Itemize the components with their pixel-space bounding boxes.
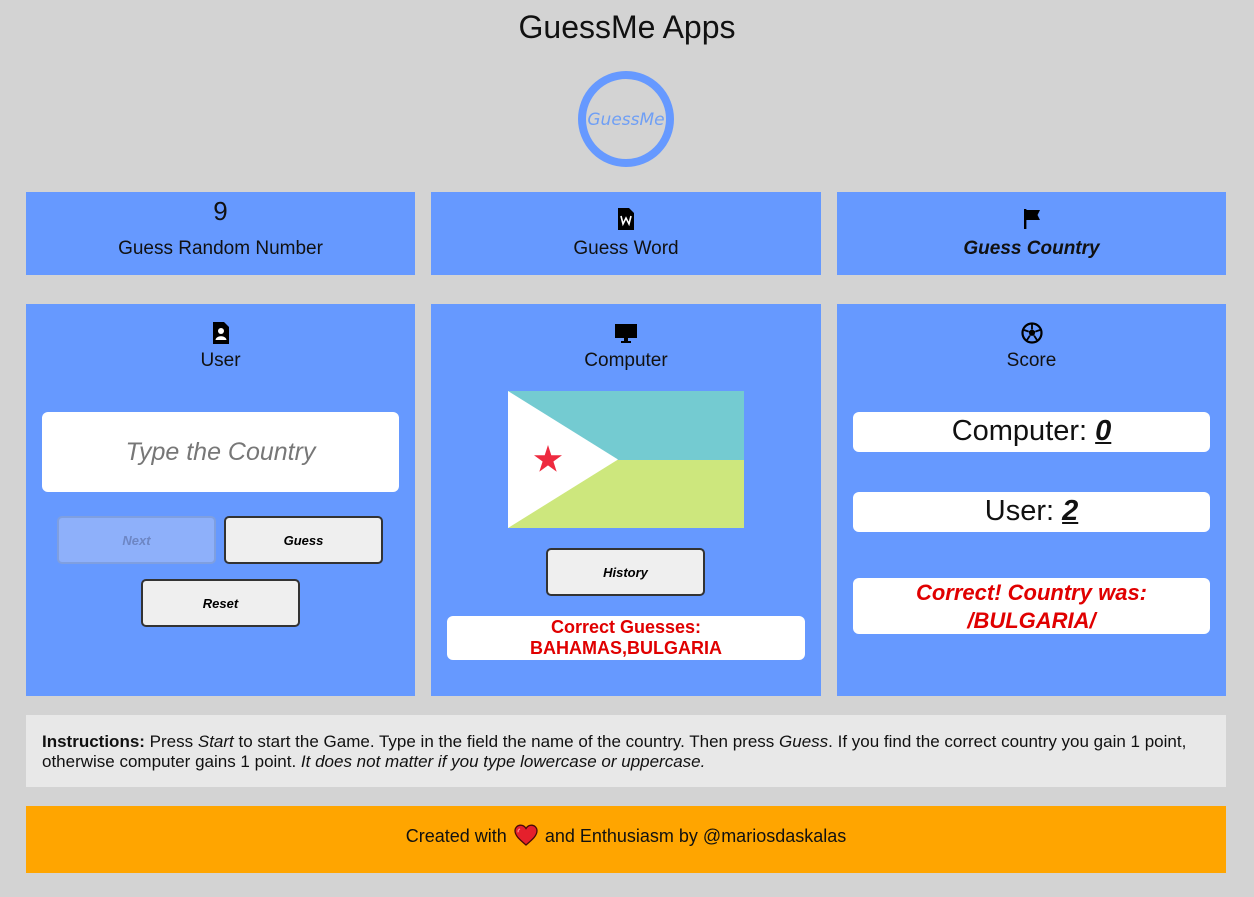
computer-score-value: 0 [1095, 415, 1112, 447]
instructions-text-1: Press [144, 732, 198, 751]
nav-label: Guess Country [963, 238, 1100, 259]
nav-label: Guess Random Number [118, 238, 323, 259]
result-line-2: /BULGARIA/ [967, 608, 1096, 633]
score-heading: Score [1006, 350, 1057, 371]
digit-nine-icon: 9 [213, 196, 228, 226]
nav-label: Guess Word [573, 238, 679, 259]
result-message: Correct! Country was: /BULGARIA/ [853, 578, 1210, 634]
user-heading: User [200, 350, 241, 371]
reset-button[interactable]: Reset [141, 579, 300, 627]
heart-icon [514, 824, 538, 847]
history-button[interactable]: History [546, 548, 705, 596]
nav-guess-random-number[interactable]: 9 Guess Random Number [26, 192, 415, 275]
word-document-icon [618, 208, 634, 230]
monitor-icon [615, 324, 637, 343]
logo-text: GuessMe [587, 110, 664, 130]
guess-button[interactable]: Guess [224, 516, 383, 564]
nav-guess-word[interactable]: Guess Word [431, 192, 821, 275]
instructions-note: It does not matter if you type lowercase… [300, 752, 706, 771]
flag-icon [1023, 209, 1040, 229]
user-score-value: 2 [1062, 495, 1079, 527]
user-card-icon [212, 322, 229, 344]
footer-text-post: and Enthusiasm by @mariosdaskalas [544, 826, 847, 846]
user-score-label: User: [984, 495, 1055, 527]
country-input[interactable] [42, 412, 399, 492]
result-line-1: Correct! Country was: [915, 580, 1148, 605]
computer-panel: Computer History Correct Guesses: BAHAMA… [431, 304, 821, 696]
instructions-text-2: to start the Game. Type in the field the… [233, 732, 780, 751]
djibouti-flag-image [508, 391, 744, 528]
correct-guesses-badge: Correct Guesses: BAHAMAS,BULGARIA [447, 616, 805, 660]
footer: Created with and Enthusiasm by @mariosda… [26, 806, 1226, 873]
computer-heading: Computer [584, 350, 668, 371]
user-score: User: 2 [853, 492, 1210, 532]
user-panel: User Next Guess Reset [26, 304, 415, 696]
correct-guesses-prefix: Correct Guesses: [550, 617, 702, 637]
score-panel: Score Computer: 0 User: 2 Correct! Count… [837, 304, 1226, 696]
instructions-start-word: Start [197, 732, 234, 751]
correct-guesses: Correct Guesses: BAHAMAS,BULGARIA [447, 616, 805, 660]
footer-text-pre: Created with [405, 826, 507, 846]
nav-guess-country[interactable]: Guess Country [837, 192, 1226, 275]
soccer-ball-icon [1020, 322, 1043, 344]
instructions-label: Instructions: [42, 732, 145, 751]
instructions: Instructions: Press Start to start the G… [26, 715, 1226, 787]
correct-guesses-value: BAHAMAS,BULGARIA [530, 638, 722, 658]
next-button[interactable]: Next [57, 516, 216, 564]
app-title: GuessMe Apps [518, 9, 736, 45]
computer-score-label: Computer: [951, 415, 1088, 447]
instructions-guess-word: Guess [779, 732, 829, 751]
guessme-logo: GuessMe [578, 71, 674, 167]
computer-score: Computer: 0 [853, 412, 1210, 452]
